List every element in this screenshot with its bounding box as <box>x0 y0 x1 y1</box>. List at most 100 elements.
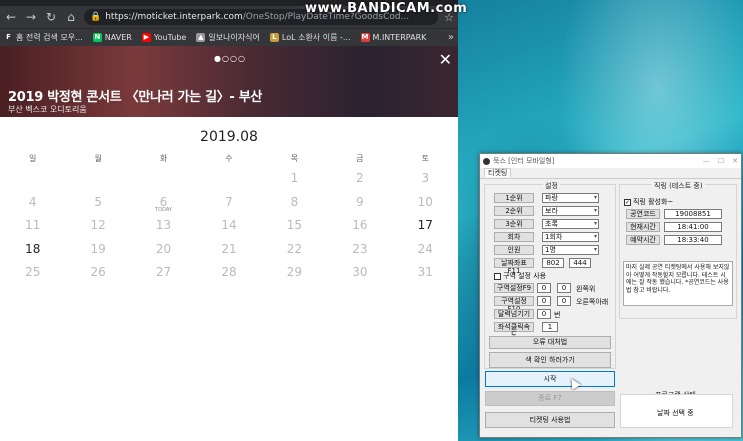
stop-button[interactable]: 종료 F7 <box>485 391 615 406</box>
area-top-left-x[interactable]: 0 <box>537 283 551 293</box>
area-use-checkbox[interactable]: 구역 설정 사용 <box>494 271 546 281</box>
session-select[interactable]: 1회차 ▾ <box>542 232 599 242</box>
calendar-day: 31 <box>393 265 458 289</box>
direct-link-group-label: 직링 (테스트 중) <box>652 181 705 191</box>
direct-link-checkbox[interactable]: ✓ 직링 활성화~ <box>624 197 673 207</box>
tab-ticketing[interactable]: 티켓팅 <box>484 168 512 177</box>
chevron-down-icon: ▾ <box>593 246 597 253</box>
home-icon[interactable]: ⌂ <box>64 10 78 24</box>
weekday-label: 토 <box>421 154 429 163</box>
calendar-grid: 1 2 3 4 5 6 TODAY 7 8 9 10 11 12 13 14 15 16 17 18 19 20 21 22… <box>0 171 458 289</box>
day-number: 17 <box>417 218 433 232</box>
day-number: 16 <box>352 218 368 232</box>
bookmark-item[interactable]: N NAVER <box>92 33 132 42</box>
day-number: 27 <box>155 265 172 279</box>
maximize-icon[interactable]: ☐ <box>718 157 724 165</box>
priority-3-select[interactable]: 초록 ▾ <box>542 219 599 229</box>
checkbox-checked-icon: ✓ <box>624 198 631 206</box>
calendar-day[interactable]: 18 <box>0 242 65 266</box>
usage-guide-button[interactable]: 티켓팅 사용법 <box>485 412 615 428</box>
lol-icon: L <box>269 33 279 42</box>
bookmark-item[interactable]: M M.INTERPARK <box>360 33 426 42</box>
coord-y-input[interactable]: 444 <box>569 258 591 268</box>
weekday-label: 수 <box>225 154 233 163</box>
day-number: 13 <box>155 218 172 232</box>
priority-3-button[interactable]: 3순위 <box>494 219 534 229</box>
day-number: 11 <box>25 218 41 232</box>
date-coord-button[interactable]: 날짜좌표F11 <box>494 258 534 275</box>
current-time-input[interactable]: 18:41:00 <box>664 222 722 232</box>
day-number: 31 <box>417 265 433 279</box>
tab-bar: 티켓팅 <box>480 168 741 179</box>
back-arrow-icon[interactable]: ← <box>4 10 18 24</box>
seat-click-speed-input[interactable]: 1 <box>542 322 558 332</box>
people-select[interactable]: 1명 ▾ <box>542 245 599 255</box>
day-number: 4 <box>28 194 37 209</box>
day-number: 25 <box>25 265 41 279</box>
day-number: 9 <box>356 194 364 209</box>
reserve-time-input[interactable]: 18:33:40 <box>664 235 722 245</box>
minimize-icon[interactable]: — <box>703 157 710 165</box>
calendar-flip-unit: 번 <box>554 311 561 319</box>
bookmark-item[interactable]: L LoL 소환사 이름 -... <box>269 32 351 43</box>
bookmark-item[interactable]: ▲ 일보나이자식어 <box>196 32 260 43</box>
close-icon[interactable]: ✕ <box>732 157 738 165</box>
day-number: 3 <box>421 171 430 185</box>
more-bookmarks-icon[interactable]: » <box>448 32 454 43</box>
calendar-day[interactable]: 17 <box>393 218 458 242</box>
priority-1-select[interactable]: 파랑 ▾ <box>542 193 599 203</box>
bandicam-watermark: www.BANDICAM.com <box>305 1 468 16</box>
bookmark-item[interactable]: ▶ YouTube <box>141 33 186 42</box>
calendar-day: 21 <box>196 242 261 266</box>
area-top-left-button[interactable]: 구역설정F9 <box>494 283 534 293</box>
carousel-dots[interactable]: ●○○○ <box>214 54 246 63</box>
show-code-input[interactable]: 19008851 <box>664 209 722 219</box>
weekday-label: 월 <box>94 154 102 163</box>
area-bottom-right-x[interactable]: 0 <box>537 296 551 306</box>
calendar-day: 23 <box>327 242 392 266</box>
priority-2-button[interactable]: 2순위 <box>494 206 534 216</box>
reserve-time-button[interactable]: 예약시간 <box>626 235 660 245</box>
current-time-button[interactable]: 현재시간 <box>626 222 660 232</box>
weekday-label: 목 <box>290 154 299 163</box>
today-label: TODAY <box>155 206 172 213</box>
calendar-day: 20 <box>131 242 196 266</box>
forward-arrow-icon[interactable]: → <box>24 10 38 24</box>
area-bottom-right-button[interactable]: 구역설정F10 <box>494 296 534 313</box>
calendar-day: 27 <box>131 265 196 289</box>
calendar-month: 2019.08 <box>200 129 258 145</box>
error-help-button[interactable]: 오류 대처법 <box>489 336 611 349</box>
area-bottom-right-y[interactable]: 0 <box>557 296 571 306</box>
reload-icon[interactable]: ↻ <box>44 10 58 24</box>
window-titlebar: 묵스 [인터 모바일형] — ☐ ✕ <box>480 154 741 168</box>
calendar-day <box>65 171 130 195</box>
priority-1-button[interactable]: 1순위 <box>494 193 534 203</box>
calendar-flip-button[interactable]: 달력넘기기 <box>494 309 534 319</box>
show-code-button[interactable]: 공연코드 <box>626 209 660 219</box>
day-number: 24 <box>417 241 433 256</box>
bookmark-item[interactable]: F홈 전력 검색 모우... <box>4 32 83 43</box>
people-button[interactable]: 인원 <box>494 245 534 255</box>
start-button[interactable]: 시작 <box>485 371 615 387</box>
weekday-header: 일월화수목금토 <box>0 153 458 167</box>
area-top-left-y[interactable]: 0 <box>557 283 571 293</box>
seat-click-speed-button[interactable]: 좌석클릭속도 <box>494 322 534 339</box>
area-top-left-label: 왼쪽위 <box>576 285 596 293</box>
priority-2-select[interactable]: 보라 ▾ <box>542 206 599 216</box>
date-calendar: 2019.08 일월화수목금토 1 2 3 4 5 6 TODAY 7 8 9 10 11 12 13 14… <box>0 117 458 289</box>
day-number: 14 <box>221 218 237 232</box>
calendar-day: 15 <box>262 218 327 242</box>
calendar-day: 2 <box>327 171 392 195</box>
calendar-flip-input[interactable]: 0 <box>537 309 551 319</box>
session-button[interactable]: 회차 <box>494 232 534 242</box>
day-number: 21 <box>221 241 237 256</box>
calendar-day <box>196 171 261 195</box>
chevron-down-icon: ▾ <box>593 220 597 227</box>
check-color-button[interactable]: 색 확인 하러가기 <box>489 352 611 368</box>
ticketing-tool-window: 묵스 [인터 모바일형] — ☐ ✕ 티켓팅 설정 1순위 파랑 ▾ 2순위 보라… <box>479 153 742 438</box>
coord-x-input[interactable]: 802 <box>542 258 564 268</box>
settings-group-label: 설정 <box>543 181 560 191</box>
bookmarks-bar: F홈 전력 검색 모우... N NAVER ▶ YouTube ▲ 일보나이자식어 … <box>0 28 458 46</box>
close-icon[interactable]: ✕ <box>439 50 452 69</box>
chevron-down-icon: ▾ <box>593 207 597 214</box>
